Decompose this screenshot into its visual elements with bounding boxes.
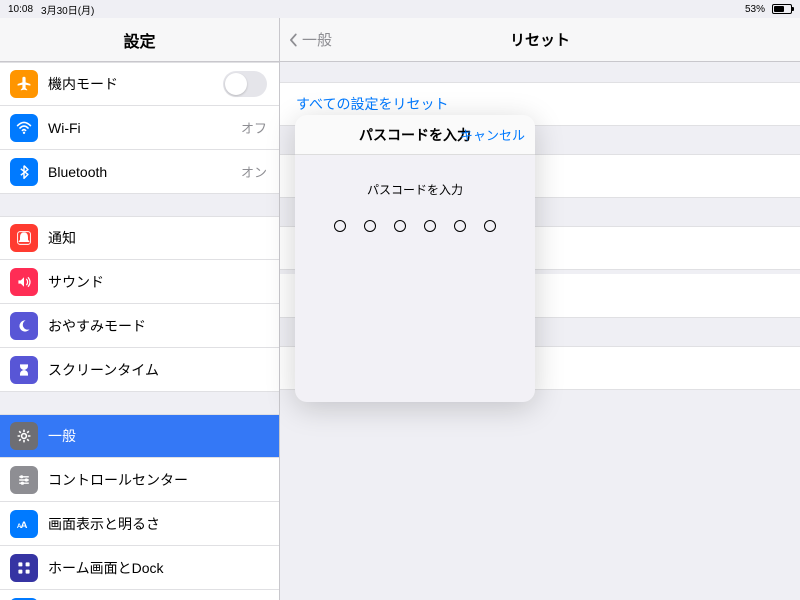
back-label: 一般 <box>302 29 332 50</box>
speaker-icon <box>10 268 38 296</box>
sidebar-item-value: オン <box>241 162 267 181</box>
bell-icon <box>10 224 38 252</box>
passcode-dot <box>394 220 406 232</box>
sidebar-item-control[interactable]: コントロールセンター <box>0 458 279 502</box>
sidebar-item-label: Wi-Fi <box>48 120 231 136</box>
sidebar-item-sound[interactable]: サウンド <box>0 260 279 304</box>
aa-icon: AA <box>10 510 38 538</box>
battery-icon <box>769 4 792 14</box>
settings-sidebar: 設定 機内モード Wi-Fi オフ Bluetooth オン通知サウンドおやすみモードス… <box>0 18 280 600</box>
passcode-modal: パスコードを入力 キャンセル パスコードを入力 <box>295 115 535 402</box>
passcode-modal-title: パスコードを入力 <box>359 125 471 145</box>
airplane-mode-toggle[interactable] <box>223 71 267 97</box>
sidebar-item-value: オフ <box>241 118 267 137</box>
sidebar-item-label: 機内モード <box>48 74 213 94</box>
sliders-icon <box>10 466 38 494</box>
sidebar-item-general[interactable]: 一般 <box>0 414 279 458</box>
back-button[interactable]: 一般 <box>286 18 332 61</box>
sidebar-item-notifications[interactable]: 通知 <box>0 216 279 260</box>
cancel-button[interactable]: キャンセル <box>460 125 525 144</box>
gear-icon <box>10 422 38 450</box>
status-bar: 10:08 3月30日(月) 53% <box>0 0 800 18</box>
sidebar-item-display[interactable]: AA 画面表示と明るさ <box>0 502 279 546</box>
sidebar-item-label: コントロールセンター <box>48 470 267 490</box>
status-time: 10:08 <box>8 4 33 15</box>
sidebar-item-label: 一般 <box>48 426 267 446</box>
sidebar-item-label: スクリーンタイム <box>48 360 267 380</box>
passcode-modal-header: パスコードを入力 キャンセル <box>295 115 535 155</box>
wifi-icon <box>10 114 38 142</box>
svg-text:A: A <box>21 520 28 531</box>
sidebar-item-label: 画面表示と明るさ <box>48 514 267 534</box>
svg-text:A: A <box>17 523 22 530</box>
passcode-dot <box>424 220 436 232</box>
detail-title: リセット <box>510 29 570 50</box>
moon-icon <box>10 312 38 340</box>
status-date: 3月30日(月) <box>41 2 94 17</box>
passcode-dot <box>484 220 496 232</box>
sidebar-item-home[interactable]: ホーム画面とDock <box>0 546 279 590</box>
sidebar-item-label: Bluetooth <box>48 164 231 180</box>
sidebar-item-dnd[interactable]: おやすみモード <box>0 304 279 348</box>
detail-header: 一般 リセット <box>280 18 800 62</box>
chevron-left-icon <box>286 33 300 47</box>
sidebar-title: 設定 <box>0 18 279 62</box>
airplane-icon <box>10 70 38 98</box>
reset-all-settings-label: すべての設定をリセット <box>296 94 448 114</box>
sidebar-item-accessibility[interactable]: アクセシビリティ <box>0 590 279 600</box>
sidebar-item-label: サウンド <box>48 272 267 292</box>
hourglass-icon <box>10 356 38 384</box>
passcode-prompt: パスコードを入力 <box>305 181 525 198</box>
grid-icon <box>10 554 38 582</box>
sidebar-item-airplane[interactable]: 機内モード <box>0 62 279 106</box>
bluetooth-icon <box>10 158 38 186</box>
sidebar-item-screentime[interactable]: スクリーンタイム <box>0 348 279 392</box>
sidebar-item-label: おやすみモード <box>48 316 267 336</box>
passcode-dot <box>364 220 376 232</box>
passcode-dots[interactable] <box>305 220 525 232</box>
passcode-dot <box>454 220 466 232</box>
sidebar-item-bluetooth[interactable]: Bluetooth オン <box>0 150 279 194</box>
sidebar-item-label: 通知 <box>48 228 267 248</box>
passcode-dot <box>334 220 346 232</box>
sidebar-item-wifi[interactable]: Wi-Fi オフ <box>0 106 279 150</box>
status-battery-pct: 53% <box>745 4 765 15</box>
sidebar-item-label: ホーム画面とDock <box>48 558 267 578</box>
